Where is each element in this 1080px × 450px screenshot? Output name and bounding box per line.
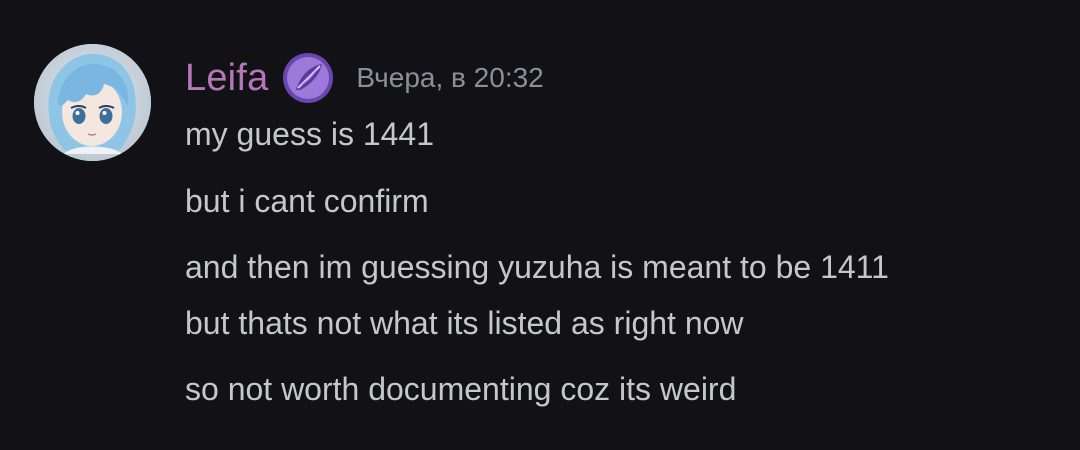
message-timestamp: Вчера, в 20:32 [356,62,544,93]
message-line: and then im guessing yuzuha is meant to … [185,249,889,285]
message-group: Leifa Вчера, в 20:32 my guess is 1441 bu… [0,0,1080,450]
message-line: my guess is 1441 [185,116,435,152]
message-line: but thats not what its listed as right n… [185,305,744,341]
anime-girl-avatar-icon[interactable] [34,44,151,161]
message-line: but i cant confirm [185,183,429,219]
message-line: so not worth documenting coz its weird [185,371,737,407]
author-name[interactable]: Leifa [185,50,268,106]
purple-feather-badge-icon[interactable] [282,52,334,104]
message-header: Leifa Вчера, в 20:32 [185,50,544,106]
